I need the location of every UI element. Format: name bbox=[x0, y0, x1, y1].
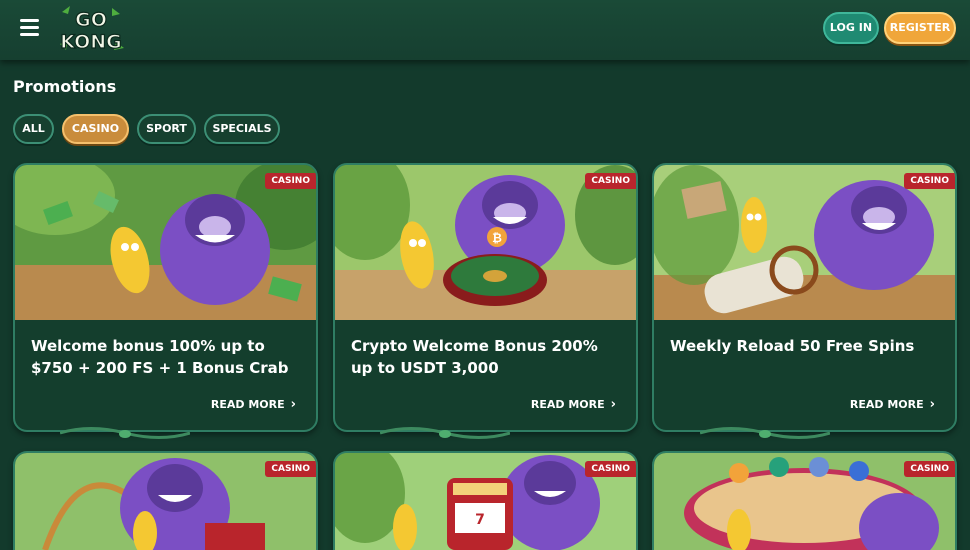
filter-all[interactable]: ALL bbox=[13, 114, 54, 144]
svg-text:7: 7 bbox=[475, 512, 485, 528]
promo-image: CASINO bbox=[15, 165, 316, 320]
vine-decoration bbox=[700, 427, 830, 439]
casino-tag: CASINO bbox=[904, 173, 955, 189]
promo-image: 7 CASINO bbox=[335, 453, 636, 550]
promo-image: CASINO bbox=[15, 453, 316, 550]
promo-title: Crypto Welcome Bonus 200% up to USDT 3,0… bbox=[351, 337, 598, 377]
casino-tag: CASINO bbox=[265, 173, 316, 189]
promo-card[interactable]: CASINO bbox=[652, 451, 957, 550]
page-title: Promotions bbox=[13, 77, 117, 96]
promo-image: ₿ CASINO bbox=[335, 165, 636, 320]
chevron-right-icon: › bbox=[610, 397, 616, 412]
promo-image: CASINO bbox=[654, 165, 955, 320]
chevron-right-icon: › bbox=[929, 397, 935, 412]
chevron-right-icon: › bbox=[290, 397, 296, 412]
gokong-logo[interactable]: GO KONG bbox=[56, 4, 126, 54]
svg-text:₿: ₿ bbox=[492, 231, 502, 245]
casino-tag: CASINO bbox=[265, 461, 316, 477]
promo-card[interactable]: CASINO Welcome bonus 100% up to $750 + 2… bbox=[13, 163, 318, 432]
vine-decoration bbox=[60, 427, 190, 439]
promo-image: CASINO bbox=[654, 453, 955, 550]
promo-card[interactable]: ₿ CASINO Crypto Welcome Bonus 200% up to… bbox=[333, 163, 638, 432]
filter-sport[interactable]: SPORT bbox=[137, 114, 196, 144]
promo-card[interactable]: CASINO bbox=[13, 451, 318, 550]
read-more-link[interactable]: READ MORE › bbox=[850, 397, 935, 412]
casino-tag: CASINO bbox=[585, 461, 636, 477]
casino-tag: CASINO bbox=[904, 461, 955, 477]
vine-decoration bbox=[380, 427, 510, 439]
read-more-label: READ MORE bbox=[210, 398, 285, 411]
promo-title: Weekly Reload 50 Free Spins bbox=[670, 337, 915, 355]
read-more-label: READ MORE bbox=[849, 398, 924, 411]
promo-title: Welcome bonus 100% up to $750 + 200 FS +… bbox=[31, 337, 289, 377]
login-button[interactable]: LOG IN bbox=[823, 12, 879, 44]
logo-text-top: GO bbox=[75, 9, 107, 31]
logo-text-bottom: KONG bbox=[60, 31, 122, 53]
promo-card[interactable]: 7 CASINO bbox=[333, 451, 638, 550]
menu-icon[interactable] bbox=[20, 19, 39, 36]
read-more-link[interactable]: READ MORE › bbox=[531, 397, 616, 412]
top-header: GO KONG LOG IN REGISTER bbox=[0, 0, 970, 60]
filter-casino[interactable]: CASINO bbox=[62, 114, 129, 144]
read-more-link[interactable]: READ MORE › bbox=[211, 397, 296, 412]
casino-tag: CASINO bbox=[585, 173, 636, 189]
register-button[interactable]: REGISTER bbox=[884, 12, 956, 44]
filter-specials[interactable]: SPECIALS bbox=[204, 114, 280, 144]
promo-card[interactable]: CASINO Weekly Reload 50 Free Spins READ … bbox=[652, 163, 957, 432]
read-more-label: READ MORE bbox=[530, 398, 605, 411]
